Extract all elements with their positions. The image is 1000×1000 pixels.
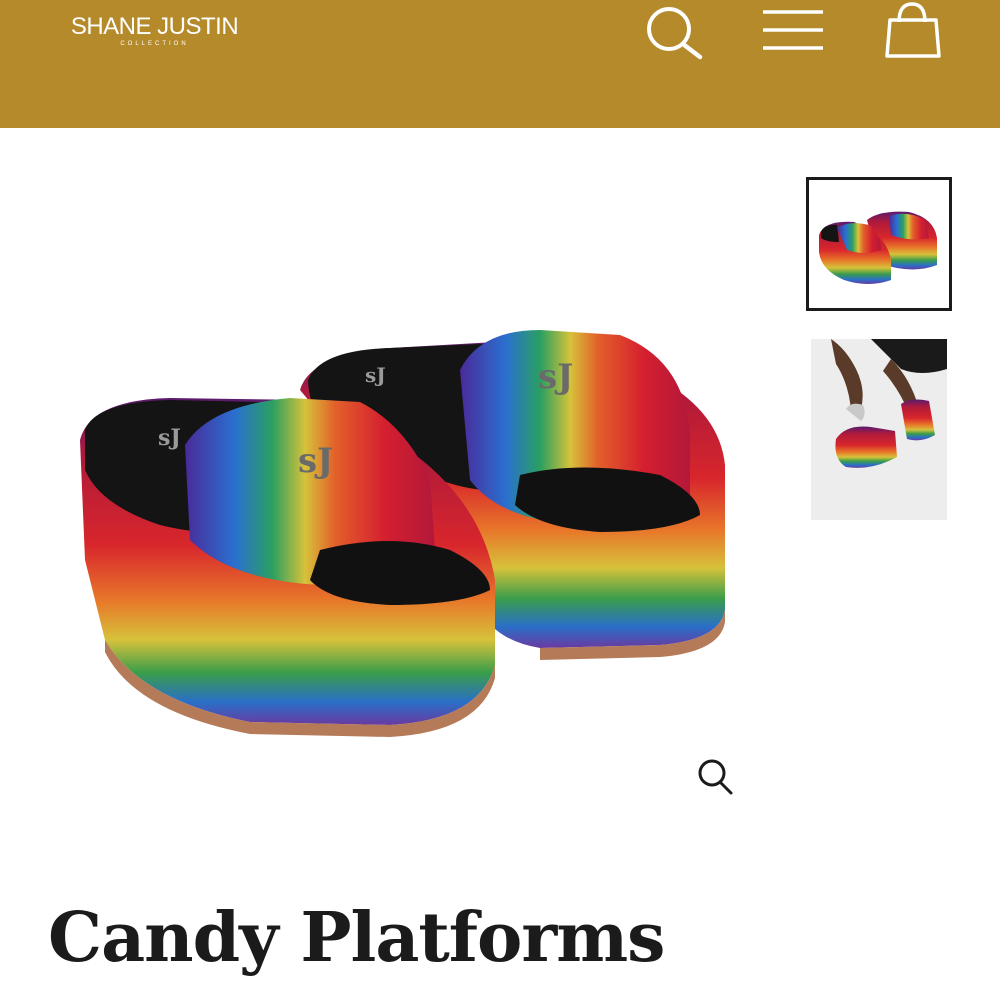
thumbnail-worn[interactable] — [811, 339, 947, 520]
platform-slides-image: sJ sJ sJ sJ — [80, 330, 725, 737]
search-icon — [647, 7, 703, 60]
thumbnail-product[interactable] — [806, 177, 952, 311]
main-product-image[interactable]: sJ sJ sJ sJ — [60, 300, 750, 750]
site-header: SHANE JUSTIN COLLECTION — [0, 0, 1000, 128]
svg-text:sJ: sJ — [365, 363, 386, 387]
hamburger-menu-icon — [763, 10, 823, 50]
zoom-button[interactable] — [695, 756, 735, 796]
cart-button[interactable] — [884, 0, 944, 62]
search-button[interactable] — [644, 4, 704, 60]
platform-slides-worn-thumbnail — [811, 339, 947, 520]
svg-text:sJ: sJ — [298, 441, 333, 481]
shopping-bag-icon — [885, 2, 941, 58]
menu-button[interactable] — [760, 4, 826, 56]
svg-text:sJ: sJ — [538, 357, 573, 397]
brand-logo[interactable]: SHANE JUSTIN COLLECTION — [67, 12, 242, 48]
product-title: Candy Platforms — [48, 898, 665, 978]
magnifier-icon — [698, 759, 733, 795]
brand-logo-name: SHANE JUSTIN — [70, 13, 239, 40]
svg-text:sJ: sJ — [158, 425, 181, 451]
platform-slides-product-thumbnail — [809, 180, 949, 308]
